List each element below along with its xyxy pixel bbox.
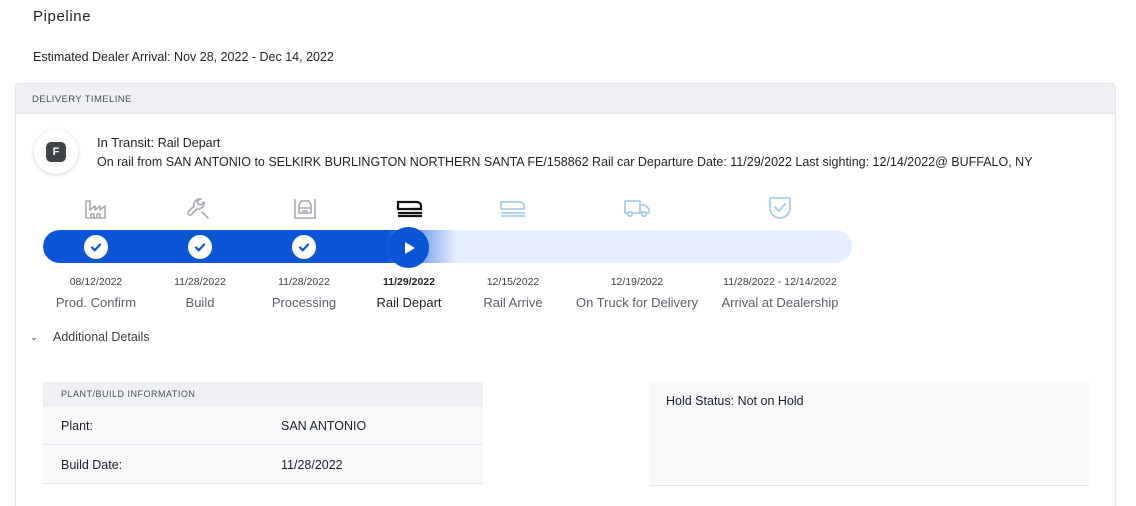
current-stage-play-icon bbox=[388, 227, 429, 268]
stage-arrival-dealership: 11/28/2022 - 12/14/2022 Arrival at Deale… bbox=[705, 274, 855, 311]
wrench-icon bbox=[185, 194, 213, 222]
plant-row: Plant: SAN ANTONIO bbox=[43, 406, 483, 445]
chevron-down-icon: ⌄ bbox=[30, 331, 38, 342]
build-date-row: Build Date: 11/28/2022 bbox=[43, 445, 483, 484]
stage-complete-check bbox=[292, 235, 316, 259]
plant-build-header: PLANT/BUILD INFORMATION bbox=[43, 382, 483, 406]
factory-icon bbox=[83, 194, 111, 222]
stage-complete-check bbox=[188, 235, 212, 259]
eta-range: Nov 28, 2022 - Dec 14, 2022 bbox=[174, 50, 334, 64]
row-value: 11/28/2022 bbox=[281, 458, 343, 472]
car-lift-icon bbox=[291, 194, 319, 222]
hold-status-text: Hold Status: Not on Hold bbox=[666, 394, 804, 408]
brand-avatar: F bbox=[34, 130, 78, 174]
row-value: SAN ANTONIO bbox=[281, 419, 367, 433]
brand-avatar-letter: F bbox=[46, 142, 66, 162]
transit-status: In Transit: Rail Depart bbox=[97, 135, 220, 150]
additional-details-toggle[interactable]: ⌄ Additional Details bbox=[26, 330, 150, 344]
stage-date: 11/28/2022 - 12/14/2022 bbox=[723, 276, 837, 288]
delivery-timeline-header: DELIVERY TIMELINE bbox=[16, 84, 1115, 114]
delivery-timeline-card: DELIVERY TIMELINE F In Transit: Rail Dep… bbox=[15, 83, 1116, 506]
route-description: On rail from SAN ANTONIO to SELKIRK BURL… bbox=[97, 155, 1033, 169]
page-title: Pipeline bbox=[33, 8, 92, 25]
estimated-arrival: Estimated Dealer Arrival: Nov 28, 2022 -… bbox=[33, 50, 334, 64]
row-key: Plant: bbox=[61, 419, 93, 433]
eta-label: Estimated Dealer Arrival: bbox=[33, 50, 171, 64]
row-key: Build Date: bbox=[61, 458, 123, 472]
rail-car-icon bbox=[499, 194, 527, 222]
stage-complete-check bbox=[84, 235, 108, 259]
shield-check-icon bbox=[766, 194, 794, 222]
plant-build-panel: PLANT/BUILD INFORMATION Plant: SAN ANTON… bbox=[43, 382, 483, 484]
stage-date: 12/19/2022 bbox=[610, 276, 664, 288]
stage-on-truck: 12/19/2022 On Truck for Delivery bbox=[562, 274, 712, 311]
truck-icon bbox=[623, 194, 651, 222]
stage-name: On Truck for Delivery bbox=[575, 295, 699, 310]
rail-car-icon bbox=[396, 194, 424, 222]
stage-name: Arrival at Dealership bbox=[721, 295, 839, 310]
status-label: In Transit: bbox=[97, 135, 155, 150]
status-value: Rail Depart bbox=[157, 136, 221, 150]
additional-details-label: Additional Details bbox=[53, 330, 150, 344]
timeline-progress-track bbox=[43, 230, 852, 263]
hold-status-panel: Hold Status: Not on Hold bbox=[649, 382, 1089, 486]
